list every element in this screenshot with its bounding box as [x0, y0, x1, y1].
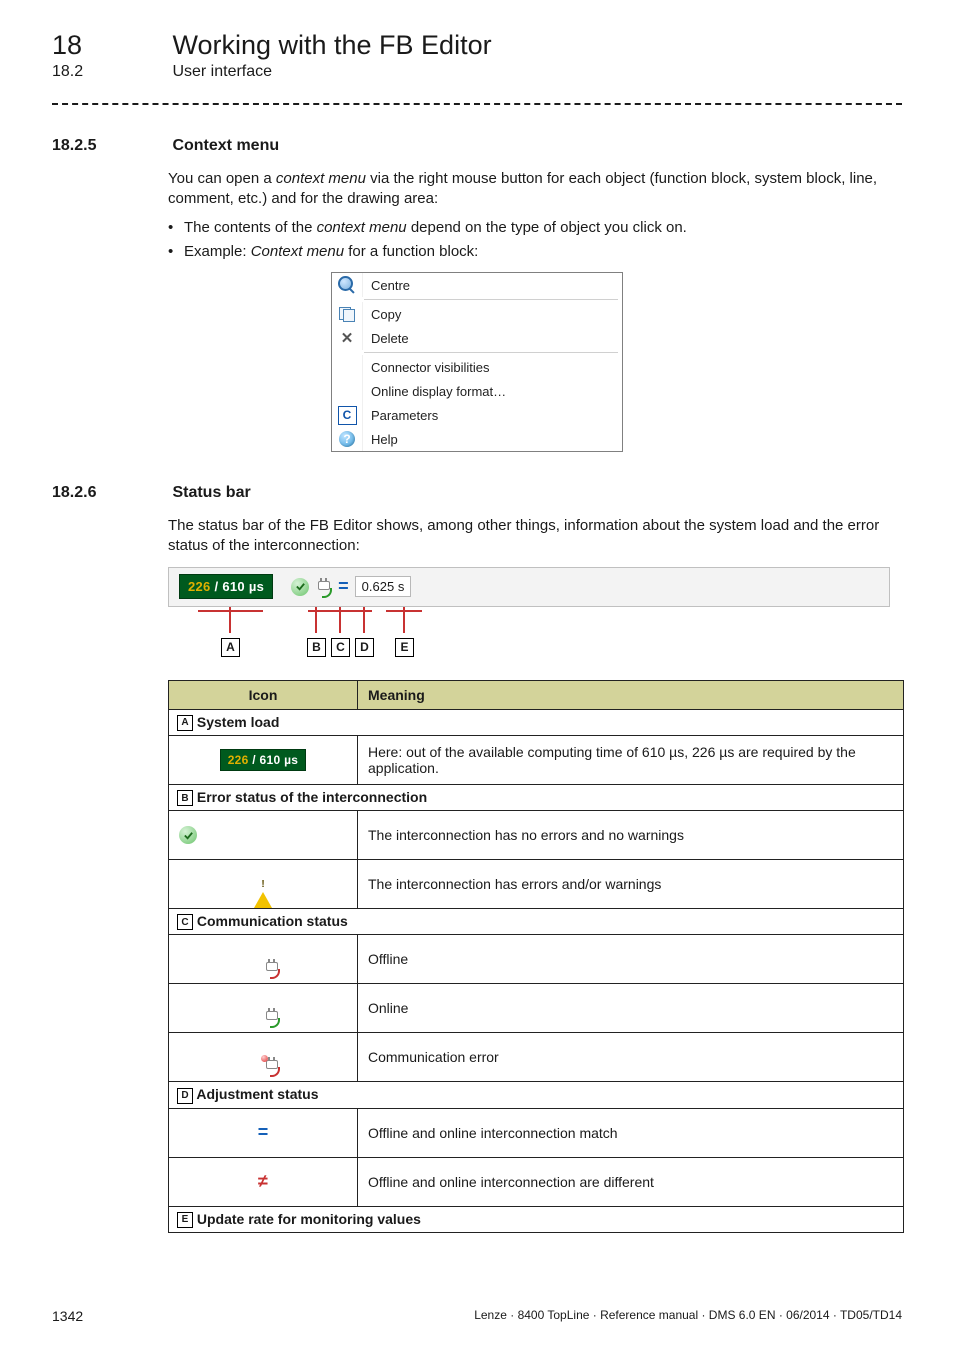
- table-row: Online: [169, 984, 904, 1033]
- callout-A: A: [221, 638, 240, 657]
- section-update-rate: E Update rate for monitoring values: [169, 1206, 904, 1232]
- magnifier-icon: [338, 276, 356, 294]
- system-load-chip: 226 / 610 µs: [220, 749, 307, 771]
- statusbar-figure: 226 / 610 µs = 0.625 s: [168, 567, 902, 658]
- page-number: 1342: [52, 1308, 83, 1324]
- table-row: Communication error: [169, 1033, 904, 1082]
- table-row: 226 / 610 µs Here: out of the available …: [169, 735, 904, 784]
- body-text: The status bar of the FB Editor shows, a…: [168, 516, 902, 557]
- ctx-item-centre[interactable]: Centre: [332, 273, 622, 297]
- ctx-item-parameters[interactable]: C Parameters: [332, 403, 622, 427]
- system-load-chip: 226 / 610 µs: [179, 574, 273, 599]
- bullet: Example: Context menu for a function blo…: [168, 242, 902, 262]
- col-icon: Icon: [169, 680, 358, 709]
- callout-B: B: [307, 638, 326, 657]
- callout-E: E: [395, 638, 414, 657]
- table-row: ≠ Offline and online interconnection are…: [169, 1157, 904, 1206]
- subsection-title: Context menu: [172, 137, 279, 154]
- section-title: User interface: [172, 63, 272, 80]
- subsection-status-bar: 18.2.6 Status bar: [52, 484, 902, 502]
- equal-icon: =: [258, 1122, 269, 1142]
- help-icon: ?: [339, 431, 355, 447]
- parameters-icon: C: [338, 406, 357, 425]
- ctx-item-help[interactable]: ? Help: [332, 427, 622, 451]
- callout-C: C: [331, 638, 350, 657]
- equal-icon: =: [338, 576, 349, 597]
- chapter-title: Working with the FB Editor: [172, 30, 491, 60]
- not-equal-icon: ≠: [258, 1171, 268, 1192]
- copy-icon: [339, 307, 355, 321]
- section-number: 18.2: [52, 63, 168, 81]
- body-text: You can open a context menu via the righ…: [168, 169, 902, 262]
- plug-online-icon: [315, 578, 332, 595]
- ctx-item-connector[interactable]: Connector visibilities: [332, 355, 622, 379]
- table-row: = Offline and online interconnection mat…: [169, 1108, 904, 1157]
- table-row: The interconnection has errors and/or wa…: [169, 860, 904, 909]
- divider: [52, 103, 902, 105]
- section-system-load: A System load: [169, 709, 904, 735]
- subsection-num: 18.2.6: [52, 484, 168, 502]
- ctx-item-delete[interactable]: ✕ Delete: [332, 326, 622, 350]
- ctx-item-online-format[interactable]: Online display format…: [332, 379, 622, 403]
- ok-icon: [179, 826, 197, 844]
- table-row: The interconnection has no errors and no…: [169, 811, 904, 860]
- ok-icon: [291, 578, 309, 596]
- context-menu-figure: Centre Copy ✕ Delete Connector visibilit…: [331, 272, 623, 452]
- section-adjustment-status: D Adjustment status: [169, 1082, 904, 1108]
- page-header: 18 Working with the FB Editor 18.2 User …: [52, 30, 902, 81]
- cycle-time-chip: 0.625 s: [355, 576, 412, 597]
- section-comm-status: C Communication status: [169, 909, 904, 935]
- table-row: Offline: [169, 935, 904, 984]
- ctx-item-copy[interactable]: Copy: [332, 302, 622, 326]
- section-error-status: B Error status of the interconnection: [169, 784, 904, 810]
- chapter-number: 18: [52, 30, 168, 61]
- col-meaning: Meaning: [358, 680, 904, 709]
- subsection-title: Status bar: [172, 484, 250, 501]
- bullet: The contents of the context menu depend …: [168, 218, 902, 238]
- callout-pointers: [168, 607, 888, 653]
- subsection-num: 18.2.5: [52, 137, 168, 155]
- page-footer: 1342 Lenze · 8400 TopLine · Reference ma…: [52, 1308, 902, 1324]
- icon-meaning-table: Icon Meaning A System load 226 / 610 µs …: [168, 680, 904, 1233]
- delete-icon: ✕: [341, 331, 354, 346]
- warning-icon: [254, 876, 272, 908]
- doc-id: Lenze · 8400 TopLine · Reference manual …: [474, 1308, 902, 1324]
- subsection-context-menu: 18.2.5 Context menu: [52, 137, 902, 155]
- callout-D: D: [355, 638, 374, 657]
